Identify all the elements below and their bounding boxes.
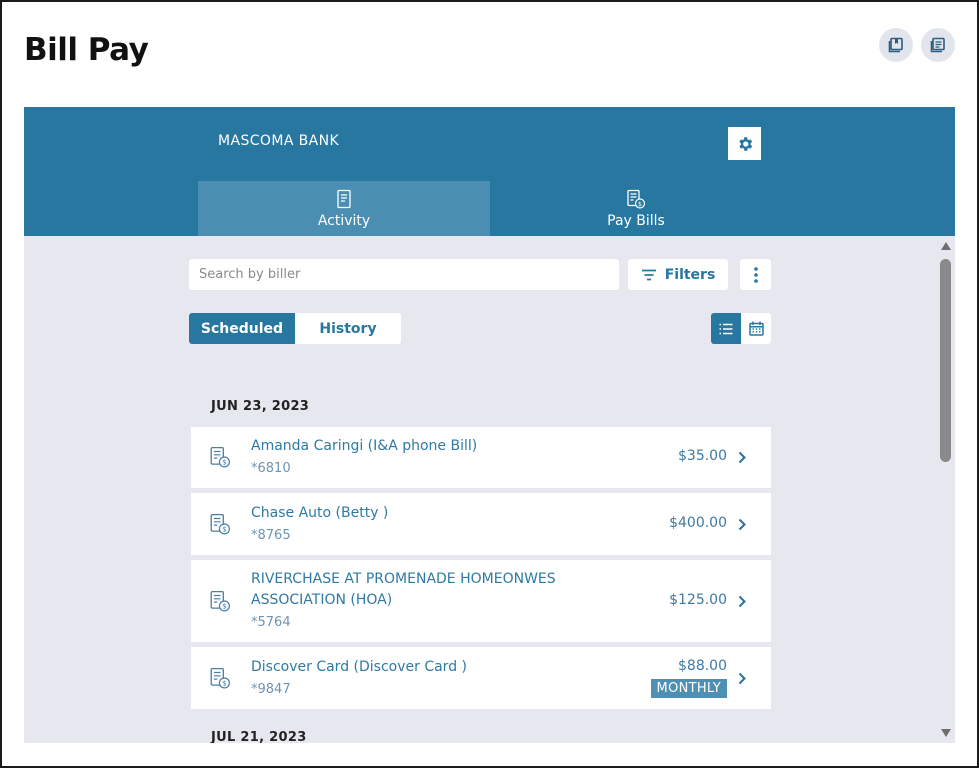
history-button[interactable]: History: [295, 313, 401, 344]
settings-button[interactable]: [728, 127, 761, 160]
payment-row[interactable]: $ Amanda Caringi (I&A phone Bill) *6810 …: [191, 427, 771, 488]
payee-name: Discover Card (Discover Card ): [251, 659, 467, 675]
recurrence-badge: MONTHLY: [650, 679, 727, 698]
bank-name: MASCOMA BANK: [218, 133, 340, 149]
scroll-down-arrow-icon[interactable]: [941, 729, 951, 737]
date-group-header: JUN 23, 2023: [211, 399, 310, 414]
payment-row[interactable]: $ Chase Auto (Betty ) *8765 $400.00: [191, 493, 771, 555]
date-group-header: JUL 21, 2023: [211, 730, 307, 743]
payment-row[interactable]: $ RIVERCHASE AT PROMENADE HOMEONWES ASSO…: [191, 560, 771, 642]
status-segmented-control: Scheduled History: [189, 313, 401, 344]
filter-icon: [641, 269, 656, 280]
bill-dollar-icon: $: [210, 667, 230, 689]
vertical-scrollbar[interactable]: [936, 236, 955, 743]
payee-account: *9847: [251, 682, 291, 697]
scheduled-button[interactable]: Scheduled: [189, 313, 295, 344]
payee-name: Amanda Caringi (I&A phone Bill): [251, 438, 478, 454]
payee-name: Chase Auto (Betty ): [251, 505, 389, 521]
svg-text:$: $: [222, 525, 227, 534]
svg-text:$: $: [222, 458, 227, 467]
calendar-view-button[interactable]: [741, 313, 771, 344]
document-list-button[interactable]: [921, 28, 955, 62]
app-window: Bill Pay MASCOMA BANK Activity $ Pay Bil…: [0, 0, 979, 768]
bill-dollar-icon: $: [627, 189, 646, 209]
chevron-right-icon: [738, 518, 746, 531]
payee-account: *8765: [251, 528, 291, 543]
gear-icon: [738, 136, 752, 151]
top-actions: [879, 28, 955, 62]
main-tabs: Activity $ Pay Bills: [24, 181, 955, 236]
filters-label: Filters: [664, 266, 716, 283]
calendar-icon: [748, 321, 764, 336]
bill-dollar-icon: $: [210, 590, 230, 612]
payee-account: *6810: [251, 461, 291, 476]
payment-amount: $88.00: [678, 658, 727, 674]
tab-pay-bills[interactable]: $ Pay Bills: [490, 181, 782, 236]
more-options-button[interactable]: [740, 259, 771, 290]
chevron-right-icon: [738, 672, 746, 685]
chevron-right-icon: [738, 451, 746, 464]
payment-amount: $35.00: [678, 448, 727, 464]
payment-amount: $400.00: [669, 515, 727, 531]
bill-dollar-icon: $: [210, 446, 230, 468]
chevron-right-icon: [738, 595, 746, 608]
svg-text:$: $: [222, 679, 227, 688]
svg-text:$: $: [638, 200, 642, 208]
payment-row[interactable]: $ Discover Card (Discover Card ) *9847 $…: [191, 647, 771, 709]
bank-header: MASCOMA BANK: [24, 107, 955, 181]
bookmark-add-icon: [888, 37, 903, 53]
bookmark-add-button[interactable]: [879, 28, 913, 62]
payment-amount: $125.00: [669, 592, 727, 608]
svg-text:$: $: [222, 602, 227, 611]
filters-button[interactable]: Filters: [628, 259, 728, 290]
page-title: Bill Pay: [24, 32, 149, 68]
list-view-button[interactable]: [711, 313, 741, 344]
tab-pay-bills-label: Pay Bills: [607, 212, 665, 229]
tab-activity-label: Activity: [317, 212, 371, 229]
more-vertical-icon: [753, 266, 758, 283]
document-list-icon: [930, 37, 945, 53]
receipt-icon: [337, 189, 351, 208]
scroll-up-arrow-icon[interactable]: [941, 242, 951, 250]
tab-activity[interactable]: Activity: [198, 181, 490, 236]
payee-account: *5764: [251, 615, 291, 630]
payee-name: RIVERCHASE AT PROMENADE HOMEONWES ASSOCI…: [251, 571, 556, 608]
view-toggle: [711, 313, 771, 344]
scrollbar-thumb[interactable]: [940, 259, 951, 462]
list-icon: [719, 323, 733, 334]
bill-dollar-icon: $: [210, 513, 230, 535]
bill-pay-widget: MASCOMA BANK Activity $ Pay Bills Search…: [24, 107, 955, 743]
search-input[interactable]: [189, 259, 619, 290]
